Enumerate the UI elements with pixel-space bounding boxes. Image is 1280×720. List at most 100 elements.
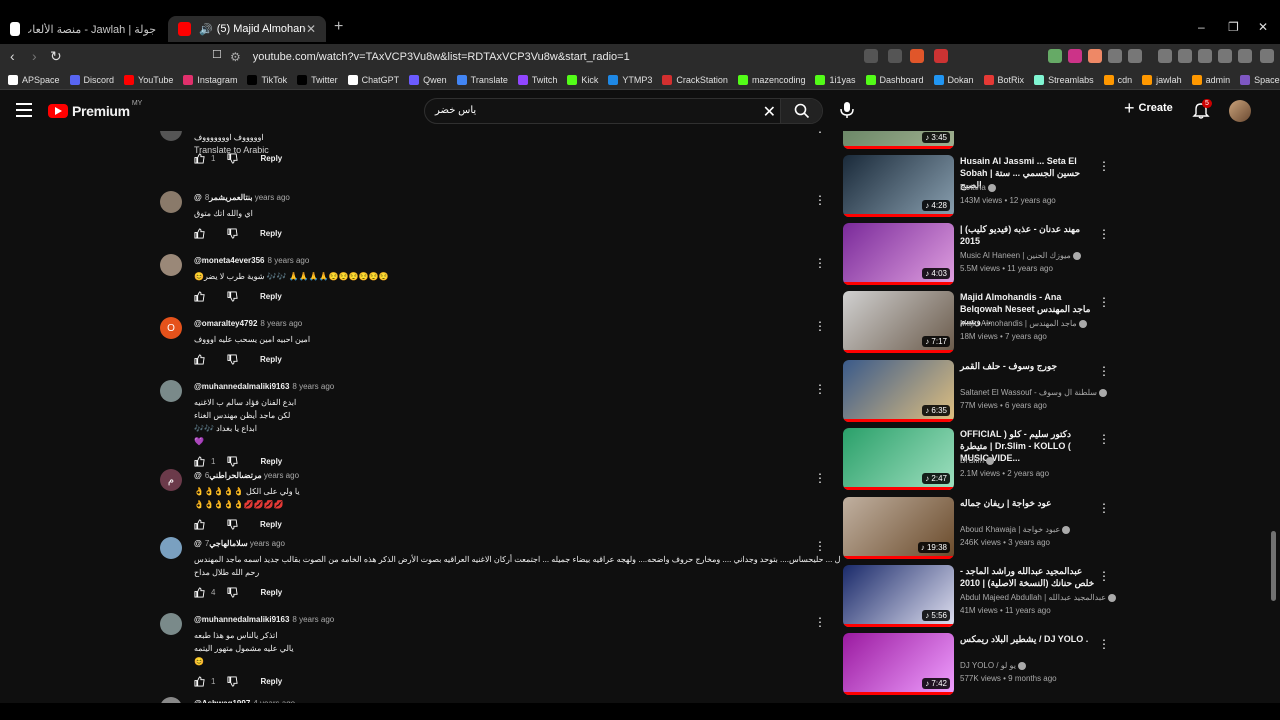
bookmark-instagram[interactable]: Instagram [183, 74, 237, 85]
bookmark-qwen[interactable]: Qwen [409, 74, 447, 85]
tab-youtube[interactable]: 🔊 (5) Majid Almohandis - ElYou ✕ [168, 16, 326, 42]
new-tab-button[interactable]: + [334, 18, 343, 36]
more-actions-icon[interactable]: ⋮ [814, 539, 826, 553]
commenter-handle[interactable]: @moneta4ever356 [194, 256, 265, 265]
bookmark-icon[interactable]: ☐ [212, 48, 222, 61]
rewards-icon[interactable] [934, 49, 948, 63]
channel-name[interactable]: DrSlim [960, 456, 996, 465]
like-icon[interactable] [194, 291, 205, 302]
video-thumbnail[interactable]: ♪ 5:56 [843, 565, 954, 627]
channel-name[interactable]: Saltanet El Wassouf - سلطنة ال وسوف [960, 388, 1109, 397]
reply-button[interactable]: Reply [260, 292, 282, 301]
media-icon[interactable] [1158, 49, 1172, 63]
reply-button[interactable]: Reply [260, 457, 282, 466]
related-video-item[interactable]: ♪ 7:42 يشطير البلاد ريمكس / DJ YOLO . DJ Y… [842, 633, 1262, 697]
account-avatar[interactable] [1229, 100, 1251, 122]
translate-link[interactable]: Translate to Arabic [194, 145, 269, 155]
reply-button[interactable]: Reply [260, 229, 282, 238]
reply-button[interactable]: Reply [260, 520, 282, 529]
voice-search-icon[interactable] [838, 101, 856, 119]
bookmark-tiktok[interactable]: TikTok [247, 74, 287, 85]
bookmark-dashboard[interactable]: Dashboard [865, 74, 924, 85]
channel-name[interactable]: Music Al Haneen | ميوزك الحنين [960, 251, 1083, 260]
create-button[interactable]: + Create [1124, 99, 1173, 117]
bookmark-ytmp3[interactable]: YTMP3 [608, 74, 652, 85]
minimize-button[interactable]: – [1198, 20, 1205, 34]
search-input[interactable]: ياس خضر [435, 105, 476, 116]
video-title[interactable]: مهند عدنان - عذبه (فيديو كليب) | 2015 [960, 223, 1100, 247]
more-actions-icon[interactable]: ⋮ [814, 131, 826, 135]
bookmark-twitch[interactable]: Twitch [517, 74, 557, 85]
related-video-item[interactable]: ♪ 7:17 Majid Almohandis - Ana Belqowah Ne… [842, 291, 1262, 355]
dislike-icon[interactable] [227, 291, 238, 302]
youtube-logo[interactable]: Premium MY [48, 100, 142, 119]
more-actions-icon[interactable]: ⋮ [814, 193, 826, 207]
like-icon[interactable] [194, 676, 205, 687]
sidebar-icon[interactable] [1178, 49, 1192, 63]
notifications-button[interactable]: 5 [1192, 99, 1212, 121]
bookmark-translate[interactable]: Translate [456, 74, 508, 85]
commenter-avatar[interactable] [160, 380, 182, 402]
brave-shield-icon[interactable] [910, 49, 924, 63]
extensions-puzzle-icon[interactable] [1108, 49, 1122, 63]
dislike-icon[interactable] [227, 228, 238, 239]
extension-icon[interactable] [1068, 49, 1082, 63]
extension-icon[interactable] [1218, 49, 1232, 63]
bookmark-twitter[interactable]: Twitter [297, 74, 338, 85]
more-actions-icon[interactable]: ⋮ [1098, 364, 1110, 378]
like-icon[interactable] [194, 228, 205, 239]
commenter-avatar[interactable] [160, 613, 182, 635]
comment-time[interactable]: 8 years ago [292, 615, 334, 624]
channel-name[interactable]: Aboud Khawaja | عبود خواجة [960, 525, 1072, 534]
bookmark-streamlabs[interactable]: Streamlabs [1034, 74, 1094, 85]
related-video-item[interactable]: ♪ 3:456.5M views • 1 year ago [842, 131, 1262, 151]
more-actions-icon[interactable]: ⋮ [814, 471, 826, 485]
search-box[interactable]: ياس خضر ✕ [424, 98, 823, 124]
close-window-button[interactable]: ✕ [1258, 20, 1268, 34]
channel-name[interactable]: Majid Almohandis | ماجد المهندس [960, 319, 1089, 328]
more-actions-icon[interactable]: ⋮ [814, 256, 826, 270]
more-actions-icon[interactable]: ⋮ [814, 319, 826, 333]
bookmark-jawlah[interactable]: jawlah [1142, 74, 1182, 85]
bookmark-crackstation[interactable]: CrackStation [662, 74, 728, 85]
video-thumbnail[interactable]: ♪ 2:47 [843, 428, 954, 490]
commenter-handle[interactable]: @muhannedalmaliki9163 [194, 382, 289, 391]
bookmark-youtube[interactable]: YouTube [124, 74, 173, 85]
more-actions-icon[interactable]: ⋮ [1098, 569, 1110, 583]
related-video-item[interactable]: ♪ 6:35 جورج وسوف - حلف القمر Saltanet El W… [842, 360, 1262, 424]
comment-time[interactable]: 8 years ago [268, 256, 310, 265]
video-thumbnail[interactable]: ♪ 4:03 [843, 223, 954, 285]
dislike-icon[interactable] [227, 519, 238, 530]
commenter-avatar[interactable]: O [160, 317, 182, 339]
video-thumbnail[interactable]: ♪ 7:42 [843, 633, 954, 695]
reply-button[interactable]: Reply [260, 355, 282, 364]
bookmark-apspace[interactable]: APSpace [8, 74, 60, 85]
bookmark-discord[interactable]: Discord [69, 74, 114, 85]
page-scrollbar[interactable] [1270, 131, 1278, 703]
video-thumbnail[interactable]: ♪ 6:35 [843, 360, 954, 422]
forward-icon[interactable]: › [32, 48, 37, 64]
more-actions-icon[interactable]: ⋮ [1098, 295, 1110, 309]
more-actions-icon[interactable]: ⋮ [814, 382, 826, 396]
back-icon[interactable]: ‹ [10, 48, 15, 64]
tab-jawlah[interactable]: جولة | Jawlah - منصة الألعاب التفاعلية [0, 16, 166, 42]
related-video-item[interactable]: ♪ 4:28 Husain Al Jassmi ... Seta El Sobah… [842, 155, 1262, 219]
video-title[interactable]: عود خواجة | ريفان جماله [960, 497, 1100, 509]
like-icon[interactable] [194, 456, 205, 467]
commenter-avatar[interactable] [160, 131, 182, 141]
video-title[interactable]: عبدالمجيد عبدالله وراشد الماجد - خلص حنا… [960, 565, 1100, 589]
commenter-handle[interactable]: @سلامالهاجي [194, 539, 248, 548]
close-tab-icon[interactable]: ✕ [306, 22, 316, 36]
more-actions-icon[interactable]: ⋮ [1098, 501, 1110, 515]
bookmark-chatgpt[interactable]: ChatGPT [347, 74, 399, 85]
extension-icon[interactable] [1128, 49, 1142, 63]
video-thumbnail[interactable]: ♪ 7:17 [843, 291, 954, 353]
dislike-icon[interactable] [227, 456, 239, 467]
more-actions-icon[interactable]: ⋮ [1098, 432, 1110, 446]
vpn-icon[interactable] [1238, 49, 1252, 63]
bookmark-1i1yas[interactable]: 1i1yas [815, 74, 856, 85]
bookmark-spacemail[interactable]: Spacemail [1240, 74, 1280, 85]
menu-icon[interactable] [1260, 49, 1274, 63]
video-thumbnail[interactable]: ♪ 3:45 [843, 131, 954, 149]
video-title[interactable]: يشطير البلاد ريمكس / DJ YOLO . [960, 633, 1100, 645]
